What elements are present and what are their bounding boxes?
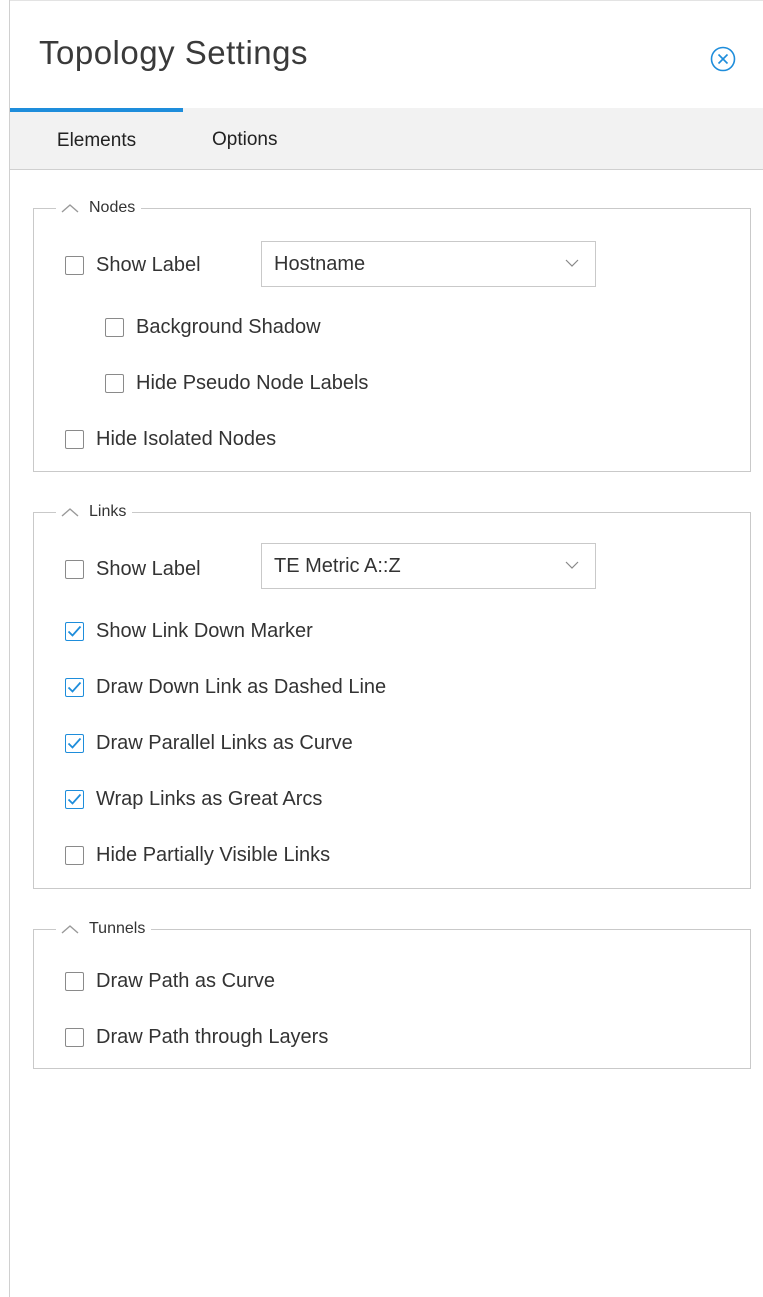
checkmark-icon bbox=[67, 625, 82, 637]
links-label-select[interactable]: TE Metric A::Z bbox=[261, 543, 596, 589]
hide-isolated-checkbox[interactable] bbox=[65, 430, 84, 449]
chevron-down-icon bbox=[565, 259, 579, 267]
dashed-line-text: Draw Down Link as Dashed Line bbox=[96, 676, 387, 698]
chevron-down-icon bbox=[565, 561, 579, 569]
hide-partial-row: Hide Partially Visible Links bbox=[65, 844, 330, 867]
path-layers-row: Draw Path through Layers bbox=[65, 1026, 328, 1049]
link-down-marker-row: Show Link Down Marker bbox=[65, 620, 313, 643]
hide-partial-checkbox[interactable] bbox=[65, 846, 84, 865]
checkmark-icon bbox=[67, 681, 82, 693]
great-arcs-text: Wrap Links as Great Arcs bbox=[96, 788, 323, 810]
links-group: Links Show Label TE Metric A::Z Show Lin… bbox=[33, 501, 751, 889]
nodes-group: Nodes Show Label Hostname Background Sha… bbox=[33, 197, 751, 472]
hide-partial-text: Hide Partially Visible Links bbox=[96, 844, 331, 866]
checkmark-icon bbox=[67, 737, 82, 749]
nodes-label-select-value: Hostname bbox=[274, 253, 366, 275]
links-show-label-checkbox[interactable] bbox=[65, 560, 84, 579]
nodes-group-title: Nodes bbox=[89, 199, 136, 216]
links-show-label-text: Show Label bbox=[96, 558, 201, 580]
tunnels-group: Tunnels Draw Path as Curve Draw Path thr… bbox=[33, 918, 751, 1069]
background-shadow-row: Background Shadow bbox=[105, 316, 321, 339]
links-show-label-row: Show Label bbox=[65, 558, 201, 581]
chevron-up-icon bbox=[61, 925, 79, 934]
links-group-title: Links bbox=[89, 503, 127, 520]
parallel-curve-row: Draw Parallel Links as Curve bbox=[65, 732, 353, 755]
hide-isolated-text: Hide Isolated Nodes bbox=[96, 428, 277, 450]
nodes-group-toggle[interactable]: Nodes bbox=[56, 197, 142, 219]
top-divider bbox=[10, 0, 763, 1]
chevron-up-icon bbox=[61, 204, 79, 213]
hide-pseudo-checkbox[interactable] bbox=[105, 374, 124, 393]
nodes-show-label-row: Show Label bbox=[65, 254, 201, 277]
checkmark-icon bbox=[67, 793, 82, 805]
topology-settings-panel: Topology Settings Elements Options Nodes… bbox=[9, 0, 763, 1297]
panel-title: Topology Settings bbox=[39, 34, 309, 71]
path-layers-checkbox[interactable] bbox=[65, 1028, 84, 1047]
path-curve-row: Draw Path as Curve bbox=[65, 970, 275, 993]
chevron-up-icon bbox=[61, 508, 79, 517]
hide-isolated-row: Hide Isolated Nodes bbox=[65, 428, 276, 451]
links-label-select-value: TE Metric A::Z bbox=[274, 555, 401, 577]
link-down-marker-checkbox[interactable] bbox=[65, 622, 84, 641]
path-curve-text: Draw Path as Curve bbox=[96, 970, 275, 992]
great-arcs-row: Wrap Links as Great Arcs bbox=[65, 788, 322, 811]
nodes-show-label-text: Show Label bbox=[96, 254, 201, 276]
path-layers-text: Draw Path through Layers bbox=[96, 1026, 329, 1048]
hide-pseudo-row: Hide Pseudo Node Labels bbox=[105, 372, 368, 395]
tab-elements[interactable]: Elements bbox=[10, 108, 183, 169]
dashed-line-checkbox[interactable] bbox=[65, 678, 84, 697]
path-curve-checkbox[interactable] bbox=[65, 972, 84, 991]
tab-bar: Elements Options bbox=[10, 108, 763, 170]
link-down-marker-text: Show Link Down Marker bbox=[96, 620, 313, 642]
great-arcs-checkbox[interactable] bbox=[65, 790, 84, 809]
tab-options[interactable]: Options bbox=[212, 108, 277, 169]
nodes-label-select[interactable]: Hostname bbox=[261, 241, 596, 287]
background-shadow-text: Background Shadow bbox=[136, 316, 321, 338]
links-group-toggle[interactable]: Links bbox=[56, 501, 133, 523]
tunnels-group-title: Tunnels bbox=[89, 920, 146, 937]
parallel-curve-checkbox[interactable] bbox=[65, 734, 84, 753]
nodes-show-label-checkbox[interactable] bbox=[65, 256, 84, 275]
hide-pseudo-text: Hide Pseudo Node Labels bbox=[136, 372, 369, 394]
close-icon[interactable] bbox=[710, 46, 736, 72]
background-shadow-checkbox[interactable] bbox=[105, 318, 124, 337]
parallel-curve-text: Draw Parallel Links as Curve bbox=[96, 732, 353, 754]
tunnels-group-toggle[interactable]: Tunnels bbox=[56, 918, 152, 940]
dashed-line-row: Draw Down Link as Dashed Line bbox=[65, 676, 386, 699]
